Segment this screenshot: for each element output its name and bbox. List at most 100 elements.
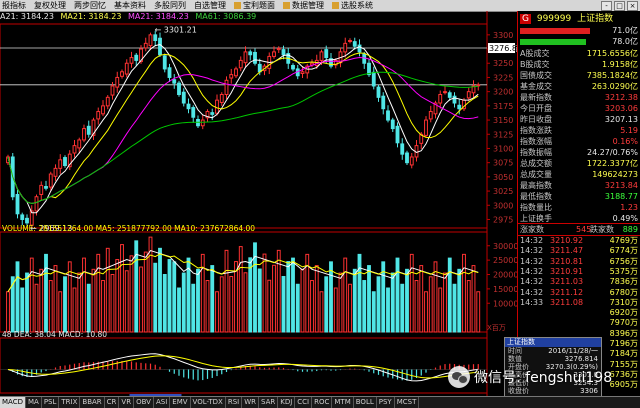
tick-volume: 6905万: [609, 380, 638, 390]
candle-body: [343, 42, 348, 53]
candle-body: [153, 34, 158, 42]
indicator-tab[interactable]: MTM: [332, 397, 354, 408]
maximize-button[interactable]: □: [614, 1, 625, 11]
indicator-tab[interactable]: BOLL: [354, 397, 377, 408]
volume-bar: [143, 251, 148, 333]
volume-bar: [110, 274, 115, 333]
candle-body: [105, 96, 110, 107]
candle-body: [20, 214, 25, 220]
quote-row-label: 总成交量: [520, 170, 552, 179]
volume-bar: [200, 253, 205, 333]
price-tick-label: 2975: [493, 215, 513, 224]
candle-body: [34, 196, 39, 212]
candle-body: [86, 125, 91, 135]
quote-row: 指数量比 1.23: [518, 202, 640, 213]
volume-bar: [281, 276, 286, 333]
volume-bar: [48, 280, 53, 333]
volume-bar: [63, 276, 67, 333]
quote-row-value: 1715.6556亿: [586, 49, 638, 58]
indicator-tab[interactable]: OBV: [134, 397, 154, 408]
indicator-tab[interactable]: PSL: [42, 397, 60, 408]
candle-body: [219, 93, 224, 103]
volume-bar: [443, 272, 447, 333]
kline-chart[interactable]: 3300327532503225320031753150312531003075…: [0, 0, 517, 396]
volume-info: VOLUME: 281551264.00 MA5: 251877792.00 M…: [2, 224, 255, 233]
up-count-label: 涨家数: [520, 225, 544, 234]
quote-row-value: 1.9158亿: [602, 60, 638, 69]
volume-bar: [310, 280, 314, 333]
volume-bar: [215, 291, 219, 333]
candle-body: [386, 110, 390, 121]
volume-bar: [39, 268, 44, 333]
candle-body: [381, 95, 386, 110]
volume-bar: [338, 272, 343, 333]
candle-body: [53, 167, 58, 177]
volume-bar: [181, 272, 186, 333]
volume-tick-label: 15000: [493, 285, 517, 294]
candle-body: [96, 111, 101, 120]
quote-row: 指数涨跌 5.19: [518, 125, 640, 136]
candle-body: [48, 173, 53, 188]
volume-bar: [343, 257, 348, 333]
indicator-tab[interactable]: KDJ: [278, 397, 296, 408]
volume-bar: [115, 259, 120, 333]
indicator-tab[interactable]: VR: [119, 397, 135, 408]
quote-row: 国债成交 7385.1824亿: [518, 70, 640, 81]
candle-body: [148, 34, 153, 47]
indicator-tab[interactable]: MCST: [395, 397, 420, 408]
close-button[interactable]: ×: [627, 1, 638, 11]
volume-tick-label: 20000: [493, 271, 517, 280]
indicator-tab[interactable]: TRIX: [59, 397, 81, 408]
indicator-tab[interactable]: PSY: [377, 397, 395, 408]
volume-bar: [319, 291, 324, 333]
indicator-tab[interactable]: SAR: [259, 397, 279, 408]
candle-body: [319, 51, 324, 61]
volume-bar: [172, 261, 177, 333]
volume-bar: [101, 280, 105, 333]
volume-bar: [6, 291, 10, 333]
candle-body: [390, 119, 395, 130]
volume-bar: [405, 268, 409, 333]
indicator-tab[interactable]: CCI: [295, 397, 313, 408]
candle-body: [181, 91, 186, 104]
volume-bar: [314, 265, 319, 333]
volume-bars-group: [6, 236, 481, 333]
volume-bar: [234, 261, 238, 333]
quote-row-label: 指数量比: [520, 203, 552, 212]
candle-body: [224, 79, 229, 95]
indicator-tab[interactable]: ROC: [312, 397, 333, 408]
candles-group: [6, 30, 481, 229]
indicator-tab[interactable]: ASI: [154, 397, 171, 408]
quote-row-value: 1722.3377亿: [586, 159, 638, 168]
indicator-tab[interactable]: EMV: [170, 397, 191, 408]
quote-row: 基金成交 263.0290亿: [518, 81, 640, 92]
quote-code: 999999: [536, 14, 572, 24]
volume-bar: [286, 261, 291, 333]
indicator-tab[interactable]: VOL-TDX: [191, 397, 226, 408]
tooltip-key: 时间: [508, 347, 522, 355]
quote-row-label: 指数涨幅: [520, 137, 552, 146]
quote-row-value: 3212.38: [604, 93, 638, 102]
indicator-tab[interactable]: RSI: [226, 397, 243, 408]
price-tick-label: 3100: [493, 144, 513, 153]
candle-body: [210, 112, 215, 115]
candle-body: [63, 157, 67, 167]
volume-bar: [29, 257, 34, 333]
volume-bar: [295, 283, 300, 333]
indicator-tab[interactable]: MA: [26, 397, 42, 408]
quote-bar-top-value: 71.0亿: [612, 26, 638, 35]
volume-bar: [91, 268, 96, 333]
candle-body: [476, 84, 481, 87]
indicator-tab[interactable]: WR: [242, 397, 259, 408]
candle-body: [291, 65, 295, 70]
quote-row: B股成交 1.9158亿: [518, 59, 640, 70]
indicator-tab[interactable]: CR: [105, 397, 120, 408]
minimize-button[interactable]: -: [601, 1, 612, 11]
indicator-tab[interactable]: BBAR: [80, 397, 105, 408]
volume-bar: [229, 276, 234, 333]
volume-bar: [82, 257, 86, 333]
volume-bar: [457, 268, 462, 333]
indicator-tab-selected[interactable]: MACD: [0, 397, 26, 408]
quote-row-label: 今日开盘: [520, 104, 552, 113]
candle-body: [72, 145, 77, 154]
